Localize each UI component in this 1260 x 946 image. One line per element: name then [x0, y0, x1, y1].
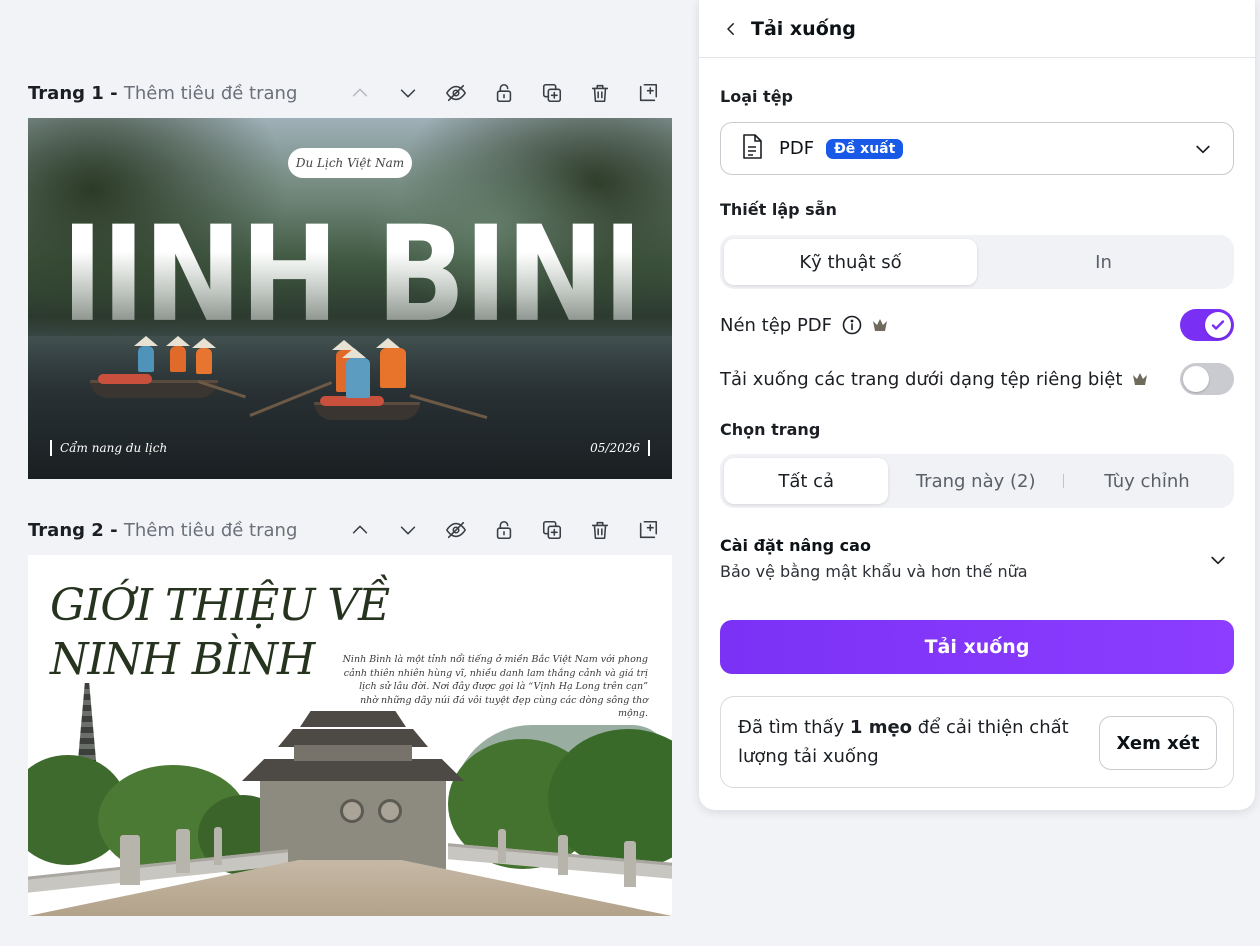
preset-segmented-control: Kỹ thuật số In [720, 235, 1234, 289]
rower [380, 348, 406, 388]
check-icon [1211, 320, 1225, 330]
rower [138, 346, 154, 372]
page-1-toolbar [336, 76, 672, 110]
delete-icon[interactable] [576, 76, 624, 110]
separate-files-row: Tải xuống các trang dưới dạng tệp riêng … [720, 362, 1234, 396]
page-1-canvas[interactable]: Du Lịch Việt Nam NINH BÌNH Cẩm nang du l… [28, 118, 672, 479]
chevron-down-icon [1208, 550, 1228, 574]
back-arrow-icon[interactable] [721, 19, 741, 39]
panel-title: Tải xuống [751, 17, 856, 40]
info-icon[interactable] [842, 315, 862, 335]
tip-text: Đã tìm thấy 1 mẹo để cải thiện chất lượn… [738, 717, 1069, 767]
panel-header: Tải xuống [699, 0, 1255, 58]
slide-2-description[interactable]: Ninh Bình là một tỉnh nổi tiếng ở miền B… [342, 653, 648, 721]
pages-this-page[interactable]: Trang này (2) [888, 458, 1062, 504]
file-type-select[interactable]: PDF Đề xuất [720, 122, 1234, 175]
temple-photo [28, 683, 672, 916]
lock-icon[interactable] [480, 76, 528, 110]
railing-post [624, 841, 636, 887]
download-button[interactable]: Tải xuống [720, 620, 1234, 674]
compress-pdf-row: Nén tệp PDF [720, 308, 1234, 342]
preset-digital[interactable]: Kỹ thuật số [724, 239, 977, 285]
add-page-icon[interactable] [624, 76, 672, 110]
railing-post [176, 829, 190, 873]
file-type-value: PDF [779, 138, 815, 159]
move-up-icon[interactable] [336, 513, 384, 547]
separate-files-toggle[interactable] [1180, 363, 1234, 395]
select-pages-label: Chọn trang [720, 420, 821, 439]
railing-post [498, 829, 506, 863]
pages-all[interactable]: Tất cả [724, 458, 889, 504]
select-pages-segmented-control: Tất cả Trang này (2) Tùy chỉnh [720, 454, 1234, 508]
advanced-settings-title: Cài đặt nâng cao [720, 536, 871, 555]
delete-icon[interactable] [576, 513, 624, 547]
page-1-title-placeholder[interactable]: Thêm tiêu đề trang [124, 83, 298, 104]
move-down-icon[interactable] [384, 76, 432, 110]
review-button[interactable]: Xem xét [1099, 716, 1217, 770]
preset-print[interactable]: In [977, 239, 1230, 285]
advanced-settings-subtitle: Bảo vệ bằng mật khẩu và hơn thế nữa [720, 562, 1028, 581]
slide-1-footer-right[interactable]: 05/2026 [590, 440, 650, 456]
rower [170, 346, 186, 372]
railing-post [120, 835, 140, 885]
add-page-icon[interactable] [624, 513, 672, 547]
move-up-icon[interactable] [336, 76, 384, 110]
railing-post [558, 835, 568, 875]
slide-1-badge[interactable]: Du Lịch Việt Nam [288, 148, 412, 178]
temple-medallion [378, 799, 402, 823]
page-1-title[interactable]: Trang 1 - Thêm tiêu đề trang [28, 83, 297, 104]
download-panel: Tải xuống Loại tệp PDF Đề xuất Thiết lập… [699, 0, 1255, 810]
compress-pdf-label: Nén tệp PDF [720, 314, 833, 336]
railing-post [214, 827, 222, 865]
separate-files-label: Tải xuống các trang dưới dạng tệp riêng … [720, 368, 1123, 390]
compress-pdf-toggle[interactable] [1180, 309, 1234, 341]
pages-custom[interactable]: Tùy chỉnh [1064, 458, 1230, 504]
life-ring [98, 374, 152, 384]
advanced-settings[interactable]: Cài đặt nâng cao Bảo vệ bằng mật khẩu và… [720, 536, 1234, 592]
duplicate-page-icon[interactable] [528, 76, 576, 110]
boat-right [314, 396, 420, 420]
chevron-down-icon [1193, 139, 1213, 163]
rower [196, 348, 212, 374]
crown-icon [1132, 372, 1148, 386]
page-2-toolbar [336, 513, 672, 547]
hide-page-icon[interactable] [432, 76, 480, 110]
temple-gate [294, 745, 412, 761]
file-document-icon [741, 133, 763, 164]
page-2-title-placeholder[interactable]: Thêm tiêu đề trang [124, 520, 298, 541]
hide-page-icon[interactable] [432, 513, 480, 547]
temple-medallion [340, 799, 364, 823]
crown-icon [872, 318, 888, 332]
slide-1-footer-left[interactable]: Cẩm nang du lịch [50, 440, 167, 456]
rower [346, 358, 370, 398]
temple-roof [242, 759, 464, 781]
move-down-icon[interactable] [384, 513, 432, 547]
duplicate-page-icon[interactable] [528, 513, 576, 547]
page-2-title[interactable]: Trang 2 - Thêm tiêu đề trang [28, 520, 297, 541]
page-1-header: Trang 1 - Thêm tiêu đề trang [28, 76, 672, 110]
download-tip-card: Đã tìm thấy 1 mẹo để cải thiện chất lượn… [720, 696, 1234, 788]
preset-label: Thiết lập sẵn [720, 200, 837, 219]
page-2-canvas[interactable]: GIỚI THIỆU VỀ NINH BÌNH Ninh Bình là một… [28, 555, 672, 916]
lock-icon[interactable] [480, 513, 528, 547]
temple-roof [300, 711, 406, 727]
page-2-header: Trang 2 - Thêm tiêu đề trang [28, 513, 672, 547]
slide-1-headline[interactable]: NINH BÌNH [28, 208, 672, 340]
recommended-badge: Đề xuất [826, 138, 904, 159]
file-type-label: Loại tệp [720, 87, 793, 106]
